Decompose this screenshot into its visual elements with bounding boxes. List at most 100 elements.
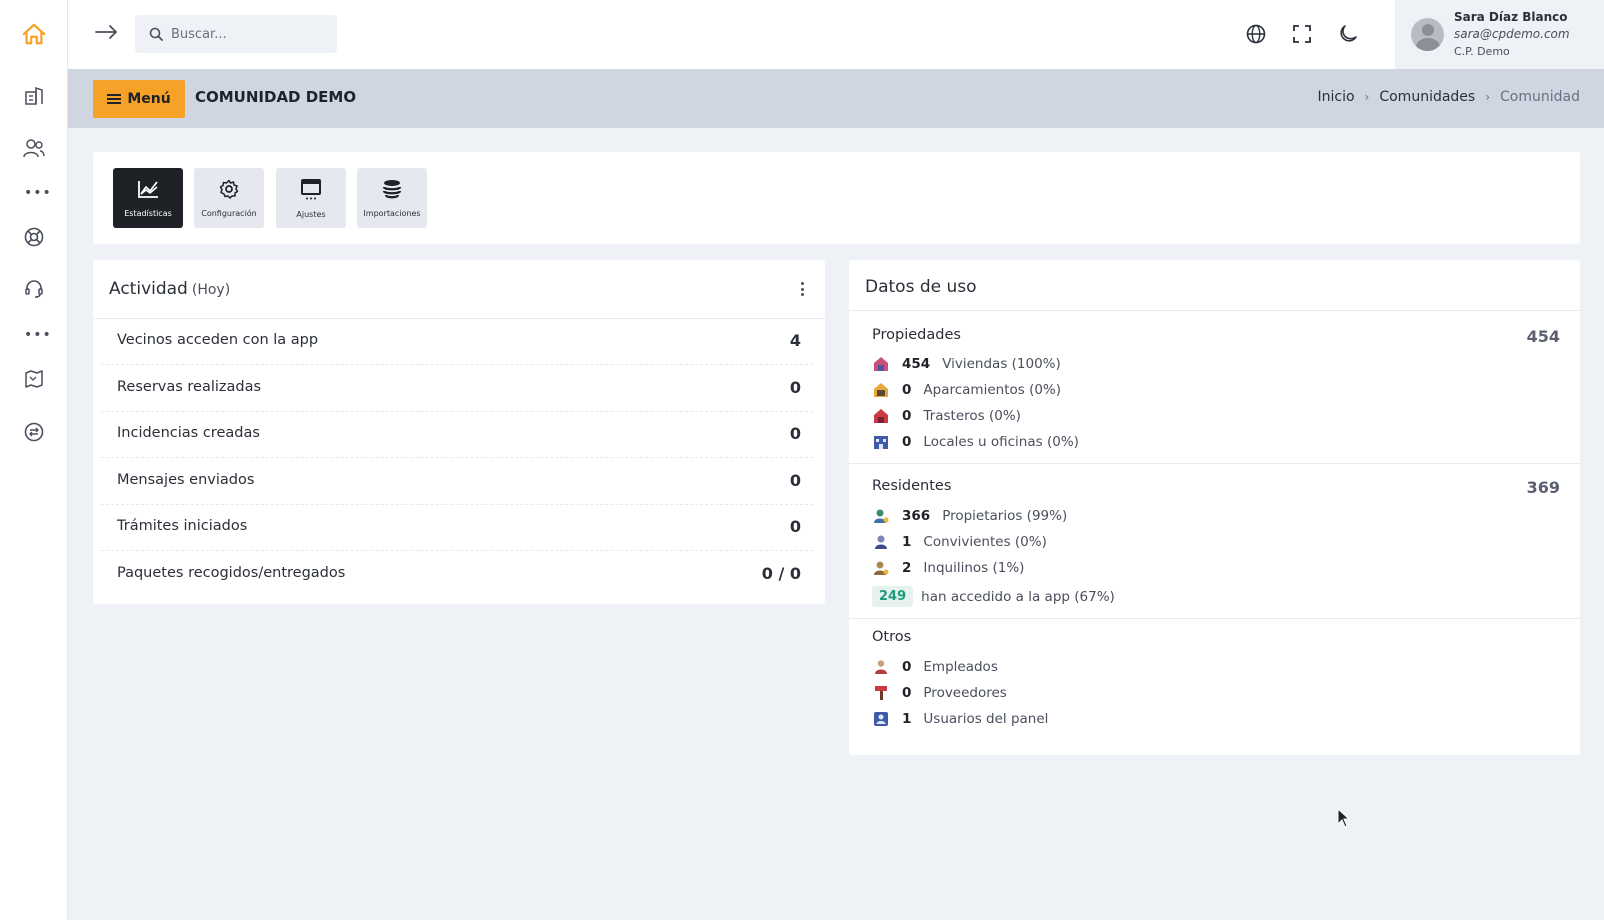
section-title: Residentes	[872, 478, 952, 494]
user-name: Sara Díaz Blanco	[1454, 10, 1568, 24]
headset-icon[interactable]	[22, 277, 46, 301]
transfer-icon[interactable]	[22, 420, 46, 444]
owner-icon	[872, 507, 890, 525]
activity-label: Vecinos acceden con la app	[117, 332, 319, 348]
tool-ajustes[interactable]: Ajustes	[276, 168, 346, 228]
stat-number: 454	[902, 356, 931, 372]
stat-number: 1	[902, 711, 912, 727]
stat-row: 454 Viviendas (100%)	[872, 354, 1061, 374]
more-icon[interactable]: •••	[24, 328, 51, 342]
house-icon	[872, 355, 890, 373]
arrow-right-icon[interactable]	[95, 22, 119, 46]
activity-label: Incidencias creadas	[117, 425, 260, 441]
chart-icon	[137, 179, 159, 203]
stat-number: 0	[902, 382, 912, 398]
globe-icon[interactable]	[1244, 22, 1268, 46]
activity-row: Trámites iniciados 0	[101, 505, 813, 551]
section-title: Propiedades	[872, 327, 961, 343]
stat-row: 366 Propietarios (99%)	[872, 506, 1067, 526]
tenant-icon	[872, 559, 890, 577]
stat-number: 1	[902, 534, 912, 550]
stat-text: Inquilinos (1%)	[923, 560, 1025, 576]
activity-value: 0	[789, 424, 801, 443]
usage-title: Datos de uso	[865, 277, 977, 297]
database-icon	[381, 179, 403, 203]
tool-configuracion[interactable]: Configuración	[194, 168, 264, 228]
activity-title-text: Actividad	[109, 279, 188, 299]
activity-row: Paquetes recogidos/entregados 0 / 0	[101, 552, 813, 598]
breadcrumb-home[interactable]: Inicio	[1317, 89, 1354, 105]
gear-icon	[219, 179, 239, 203]
menu-button[interactable]: Menú	[93, 80, 185, 118]
breadcrumb: Inicio › Comunidades › Comunidad	[1317, 89, 1580, 105]
search-input[interactable]	[171, 26, 331, 42]
breadcrumb-comunidades[interactable]: Comunidades	[1379, 89, 1475, 105]
users-icon[interactable]	[22, 136, 46, 160]
stat-number: 0	[902, 408, 912, 424]
page-title: COMUNIDAD DEMO	[195, 88, 357, 106]
tool-estadisticas[interactable]: Estadísticas	[113, 168, 183, 228]
app-access-badge: 249	[872, 586, 914, 607]
provider-icon	[872, 684, 890, 702]
chevron-right-icon: ›	[1364, 90, 1370, 104]
activity-row: Incidencias creadas 0	[101, 412, 813, 458]
stat-text: Propietarios (99%)	[942, 508, 1068, 524]
window-icon	[300, 178, 322, 204]
breadcrumb-current: Comunidad	[1500, 89, 1580, 105]
user-menu[interactable]: Sara Díaz Blanco sara@cpdemo.com C.P. De…	[1395, 0, 1604, 69]
activity-label: Reservas realizadas	[117, 379, 262, 395]
stat-text: Empleados	[923, 659, 998, 675]
chevron-right-icon: ›	[1485, 90, 1491, 104]
activity-label: Paquetes recogidos/entregados	[117, 565, 346, 581]
stat-number: 366	[902, 508, 931, 524]
stat-text: Locales u oficinas (0%)	[923, 434, 1079, 450]
more-icon[interactable]: •••	[24, 186, 51, 200]
stat-text: Aparcamientos (0%)	[923, 382, 1062, 398]
activity-label: Mensajes enviados	[117, 472, 255, 488]
parking-icon	[872, 381, 890, 399]
section-total: 454	[1526, 327, 1560, 346]
stat-text: Usuarios del panel	[923, 711, 1049, 727]
residents-section: Residentes 369 366 Propietarios (99%) 1 …	[849, 464, 1580, 619]
user-org: C.P. Demo	[1454, 45, 1510, 58]
search-icon	[149, 27, 163, 41]
stat-text: Convivientes (0%)	[923, 534, 1047, 550]
tool-label: Configuración	[201, 208, 257, 218]
stat-row: 0 Aparcamientos (0%)	[872, 380, 1061, 400]
stat-text: Proveedores	[923, 685, 1007, 701]
lifebuoy-icon[interactable]	[22, 225, 46, 249]
activity-value: 4	[789, 331, 801, 350]
more-vertical-icon[interactable]	[799, 282, 805, 296]
tools-card: Estadísticas Configuración Ajustes Impor…	[93, 152, 1580, 244]
building-icon[interactable]	[22, 83, 46, 107]
stat-row: 1 Convivientes (0%)	[872, 532, 1047, 552]
stat-text: Trasteros (0%)	[923, 408, 1021, 424]
stat-text: Viviendas (100%)	[942, 356, 1061, 372]
hamburger-icon	[107, 94, 122, 104]
topbar: Sara Díaz Blanco sara@cpdemo.com C.P. De…	[68, 0, 1604, 69]
app-access-text: han accedido a la app (67%)	[921, 588, 1115, 605]
stat-row: 0 Proveedores	[872, 683, 1007, 703]
search-box[interactable]	[135, 15, 337, 53]
stat-row: 2 Inquilinos (1%)	[872, 558, 1024, 578]
app-access-row: 249 han accedido a la app (67%)	[872, 586, 1115, 607]
stat-row: 0 Empleados	[872, 657, 998, 677]
usage-card: Datos de uso Propiedades 454 454 Viviend…	[849, 260, 1580, 755]
stat-row: 0 Trasteros (0%)	[872, 406, 1021, 426]
home-icon[interactable]	[22, 22, 46, 46]
avatar	[1411, 18, 1444, 51]
others-section: Otros 0 Empleados 0 Proveedores 1 Usuari…	[849, 619, 1580, 755]
activity-row: Mensajes enviados 0	[101, 459, 813, 505]
tool-importaciones[interactable]: Importaciones	[357, 168, 427, 228]
map-icon[interactable]	[22, 367, 46, 391]
activity-row: Vecinos acceden con la app 4	[101, 319, 813, 365]
activity-value: 0	[789, 471, 801, 490]
activity-card: Actividad (Hoy) Vecinos acceden con la ap…	[93, 260, 825, 604]
tool-label: Importaciones	[363, 208, 421, 218]
activity-title: Actividad (Hoy)	[109, 279, 230, 299]
activity-row: Reservas realizadas 0	[101, 366, 813, 412]
cohabitant-icon	[872, 533, 890, 551]
section-total: 369	[1526, 478, 1560, 497]
fullscreen-icon[interactable]	[1290, 22, 1314, 46]
moon-icon[interactable]	[1336, 22, 1360, 46]
